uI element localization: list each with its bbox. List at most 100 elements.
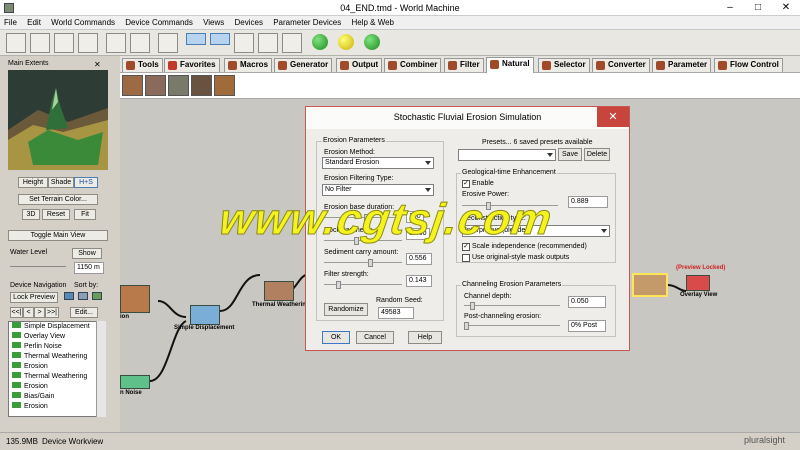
tab-filter[interactable]: Filter bbox=[444, 58, 484, 72]
3d-button[interactable]: 3D bbox=[22, 209, 40, 220]
slider-thumb[interactable] bbox=[464, 322, 469, 330]
tab-flow-control[interactable]: Flow Control bbox=[714, 58, 783, 72]
list-item[interactable]: Bias/Gain bbox=[9, 392, 105, 402]
water-slider[interactable] bbox=[10, 266, 66, 270]
show-water-button[interactable]: Show bbox=[72, 248, 102, 259]
lock-preview-button[interactable]: Lock Preview bbox=[10, 292, 58, 303]
perlin-noise-node[interactable] bbox=[120, 375, 150, 389]
ok-button[interactable]: OK bbox=[322, 331, 350, 344]
menu-world-commands[interactable]: World Commands bbox=[47, 16, 119, 29]
sediment-slider[interactable] bbox=[324, 259, 402, 267]
tab-selector[interactable]: Selector bbox=[538, 58, 590, 72]
list-item[interactable]: Erosion bbox=[9, 382, 105, 392]
list-item[interactable]: Simple Displacement bbox=[9, 322, 105, 332]
post-channeling-field[interactable]: 0% Post bbox=[568, 320, 606, 332]
pin-icon[interactable]: ✕ bbox=[94, 60, 101, 69]
filter-strength-slider[interactable] bbox=[324, 281, 402, 289]
cancel-button[interactable]: Cancel bbox=[356, 331, 394, 344]
explore-view-icon[interactable] bbox=[234, 33, 254, 53]
terrain-icon[interactable] bbox=[106, 33, 126, 53]
tab-parameter[interactable]: Parameter bbox=[652, 58, 712, 72]
toggle-main-view-button[interactable]: Toggle Main View bbox=[8, 230, 108, 241]
presets-select[interactable] bbox=[458, 149, 556, 161]
sort-type-icon[interactable] bbox=[64, 292, 74, 300]
height-button[interactable]: Height bbox=[18, 177, 48, 188]
tab-generator[interactable]: Generator bbox=[274, 58, 333, 72]
maximize-button[interactable]: □ bbox=[744, 0, 772, 15]
snow-icon[interactable] bbox=[191, 75, 212, 96]
build-yellow-icon[interactable] bbox=[338, 34, 354, 50]
wizard-icon[interactable] bbox=[78, 33, 98, 53]
build-all-icon[interactable] bbox=[364, 34, 380, 50]
minimize-button[interactable]: – bbox=[716, 0, 744, 15]
channel-depth-slider[interactable] bbox=[464, 302, 560, 310]
list-item[interactable]: Overlay View bbox=[9, 332, 105, 342]
overlay-view-node[interactable] bbox=[686, 275, 710, 291]
menu-file[interactable]: File bbox=[0, 16, 21, 29]
reset-button[interactable]: Reset bbox=[42, 209, 70, 220]
list-item[interactable]: Erosion bbox=[9, 402, 105, 412]
device-list[interactable]: Simple Displacement Overlay View Perlin … bbox=[8, 321, 106, 417]
list-item[interactable]: Perlin Noise bbox=[9, 342, 105, 352]
dice-icon[interactable] bbox=[158, 33, 178, 53]
hs-button[interactable]: H+S bbox=[74, 177, 98, 188]
erosion-node[interactable] bbox=[120, 285, 150, 313]
shade-button[interactable]: Shade bbox=[48, 177, 74, 188]
list-item[interactable]: Thermal Weathering bbox=[9, 372, 105, 382]
list-item[interactable]: Thermal Weathering bbox=[9, 352, 105, 362]
device-list-scrollbar[interactable] bbox=[96, 321, 106, 417]
sort-name-icon[interactable] bbox=[78, 292, 88, 300]
enable-checkbox[interactable]: ✓ bbox=[462, 180, 470, 188]
nav-prev-button[interactable]: < bbox=[23, 307, 34, 318]
device-view-icon[interactable] bbox=[186, 33, 206, 45]
tab-converter[interactable]: Converter bbox=[592, 58, 650, 72]
river-icon[interactable] bbox=[214, 75, 235, 96]
menu-parameter-devices[interactable]: Parameter Devices bbox=[269, 16, 345, 29]
random-seed-field[interactable]: 49583 bbox=[378, 307, 414, 319]
save-icon[interactable] bbox=[54, 33, 74, 53]
export-view-icon[interactable] bbox=[282, 33, 302, 53]
render-icon[interactable] bbox=[130, 33, 150, 53]
nav-first-button[interactable]: <<| bbox=[10, 307, 23, 318]
sort-group-icon[interactable] bbox=[92, 292, 102, 300]
set-terrain-color-button[interactable]: Set Terrain Color... bbox=[18, 194, 98, 205]
menu-edit[interactable]: Edit bbox=[23, 16, 45, 29]
tab-favorites[interactable]: Favorites bbox=[164, 58, 220, 72]
list-item[interactable]: Erosion bbox=[9, 362, 105, 372]
help-button[interactable]: Help bbox=[408, 331, 442, 344]
terrain-preview[interactable] bbox=[8, 70, 108, 170]
menu-device-commands[interactable]: Device Commands bbox=[121, 16, 197, 29]
nav-last-button[interactable]: >>| bbox=[45, 307, 59, 318]
fit-button[interactable]: Fit bbox=[74, 209, 96, 220]
delete-preset-button[interactable]: Delete bbox=[584, 148, 610, 161]
selected-node[interactable] bbox=[632, 273, 668, 297]
menu-devices[interactable]: Devices bbox=[231, 16, 267, 29]
menu-views[interactable]: Views bbox=[199, 16, 228, 29]
edit-button[interactable]: Edit... bbox=[70, 307, 98, 318]
save-preset-button[interactable]: Save bbox=[558, 148, 582, 161]
macro-view-icon[interactable] bbox=[258, 33, 278, 53]
slider-thumb[interactable] bbox=[470, 302, 475, 310]
tab-natural[interactable]: Natural bbox=[486, 57, 534, 73]
sediment-field[interactable]: 0.556 bbox=[406, 253, 432, 265]
thermal-weathering-node[interactable] bbox=[264, 281, 294, 301]
post-channeling-slider[interactable] bbox=[464, 322, 560, 330]
tab-combiner[interactable]: Combiner bbox=[384, 58, 442, 72]
slider-thumb[interactable] bbox=[368, 259, 373, 267]
thermal-weathering-icon[interactable] bbox=[145, 75, 166, 96]
erosion-device-icon[interactable] bbox=[122, 75, 143, 96]
erosive-power-field[interactable]: 0.889 bbox=[568, 196, 608, 208]
tab-output[interactable]: Output bbox=[336, 58, 383, 72]
dialog-close-button[interactable]: ✕ bbox=[597, 107, 629, 127]
erosion-method-select[interactable]: Standard Erosion bbox=[322, 157, 434, 169]
slider-thumb[interactable] bbox=[336, 281, 341, 289]
menu-help-web[interactable]: Help & Web bbox=[347, 16, 398, 29]
tab-tools[interactable]: Tools bbox=[122, 58, 163, 72]
tab-macros[interactable]: Macros bbox=[224, 58, 273, 72]
simple-displacement-node[interactable] bbox=[190, 305, 220, 325]
build-green-icon[interactable] bbox=[312, 34, 328, 50]
close-button[interactable]: ✕ bbox=[772, 0, 800, 15]
nav-next-button[interactable]: > bbox=[34, 307, 45, 318]
layout-view-icon[interactable] bbox=[210, 33, 230, 45]
coastal-erosion-icon[interactable] bbox=[168, 75, 189, 96]
